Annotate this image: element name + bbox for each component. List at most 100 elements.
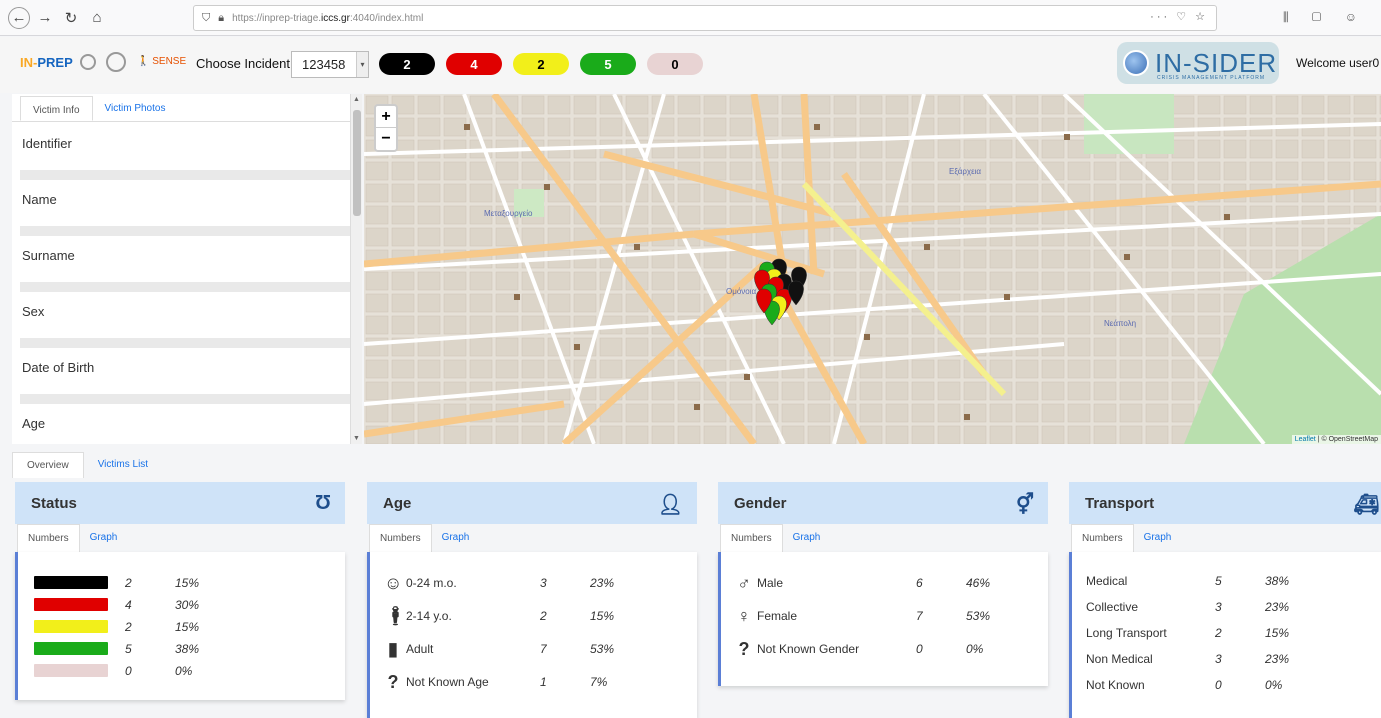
count-badge[interactable]: 2 [513, 53, 569, 75]
tab-gender-numbers[interactable]: Numbers [720, 524, 783, 552]
city-block [547, 205, 571, 225]
reload-icon[interactable]: ↻ [60, 7, 82, 29]
tab-gender-graph[interactable]: Graph [783, 524, 831, 552]
gender-percent: 53% [966, 609, 991, 623]
city-block [781, 425, 805, 444]
victim-field[interactable]: Age [20, 404, 352, 444]
count-badge[interactable]: 2 [379, 53, 435, 75]
city-block [469, 381, 493, 401]
victim-field[interactable]: Identifier [20, 124, 352, 170]
city-block [469, 227, 493, 247]
city-block [833, 139, 857, 159]
city-block [651, 381, 675, 401]
scroll-thumb[interactable] [353, 110, 361, 216]
scroll-up-icon[interactable]: ▲ [353, 96, 360, 103]
city-block [963, 95, 987, 115]
count-badge[interactable]: 5 [580, 53, 636, 75]
city-block [1171, 117, 1195, 137]
victim-field[interactable]: Sex [20, 292, 352, 338]
transport-body: Medical 5 38% Collective 3 23% Long Transport 2… [1069, 552, 1381, 718]
home-icon[interactable]: ⌂ [86, 7, 108, 29]
transport-count: 3 [1215, 652, 1222, 666]
city-block [1301, 95, 1325, 115]
count-badge[interactable]: 0 [647, 53, 703, 75]
city-block [469, 271, 493, 291]
city-block [963, 249, 987, 269]
zoom-out-button[interactable]: − [376, 128, 396, 150]
city-block [963, 183, 987, 203]
incident-map[interactable]: Μεταξουργείο Ομόνοια Εξάρχεια Νεάπολη + − L… [364, 94, 1381, 444]
map-tiles: Μεταξουργείο Ομόνοια Εξάρχεια Νεάπολη [364, 94, 1381, 444]
city-block [937, 139, 961, 159]
city-block [417, 95, 441, 115]
poi-icon [1004, 294, 1010, 300]
city-block [937, 359, 961, 379]
victim-field[interactable]: Surname [20, 236, 352, 282]
city-block [365, 359, 389, 379]
city-block [859, 381, 883, 401]
inprep-logo: IN-PREP [20, 55, 73, 70]
age-row: ☺ 0-24 m.o. [384, 572, 457, 594]
city-block [573, 161, 597, 181]
city-block [1093, 293, 1117, 313]
status-percent: 30% [175, 598, 200, 612]
incident-select[interactable]: 123458 ▾ [291, 51, 369, 78]
library-icon[interactable]: ⫼ ▢ ☺ [1283, 10, 1367, 25]
victim-field[interactable]: Name [20, 180, 352, 226]
city-block [885, 315, 909, 335]
city-block [573, 293, 597, 313]
city-block [1275, 95, 1299, 115]
tab-victim-photos[interactable]: Victim Photos [93, 94, 178, 121]
tab-overview[interactable]: Overview [12, 452, 84, 478]
tab-status-graph[interactable]: Graph [80, 524, 128, 552]
city-block [391, 227, 415, 247]
status-swatch [34, 598, 108, 611]
tab-age-graph[interactable]: Graph [432, 524, 480, 552]
city-block [391, 271, 415, 291]
city-block [1145, 205, 1169, 225]
poi-icon [1064, 134, 1070, 140]
city-block [1145, 227, 1169, 247]
city-block [833, 249, 857, 269]
zoom-in-button[interactable]: + [376, 106, 396, 128]
back-icon[interactable]: ← [8, 6, 30, 29]
city-block [807, 381, 831, 401]
count-badge[interactable]: 4 [446, 53, 502, 75]
city-block [599, 359, 623, 379]
city-block [677, 117, 701, 137]
status-swatch [34, 576, 108, 589]
city-block [885, 381, 909, 401]
poi-icon [464, 124, 470, 130]
tab-victim-info[interactable]: Victim Info [20, 96, 93, 121]
city-block [495, 337, 519, 357]
city-block [729, 293, 753, 313]
city-block [937, 95, 961, 115]
victim-field[interactable]: Date of Birth [20, 348, 352, 394]
tab-transport-numbers[interactable]: Numbers [1071, 524, 1134, 552]
city-block [547, 293, 571, 313]
tab-transport-graph[interactable]: Graph [1134, 524, 1182, 552]
city-block [443, 95, 467, 115]
city-block [807, 315, 831, 335]
city-block [989, 161, 1013, 181]
tab-status-numbers[interactable]: Numbers [17, 524, 80, 552]
city-block [1067, 161, 1091, 181]
city-block [1093, 403, 1117, 423]
tab-age-numbers[interactable]: Numbers [369, 524, 432, 552]
city-block [859, 139, 883, 159]
scroll-down-icon[interactable]: ▼ [353, 435, 360, 442]
leaflet-link[interactable]: Leaflet [1295, 436, 1316, 443]
poi-icon [694, 404, 700, 410]
forward-icon[interactable]: → [34, 7, 56, 29]
tab-victims-list[interactable]: Victims List [84, 452, 162, 478]
city-block [1327, 95, 1351, 115]
transport-percent: 38% [1265, 574, 1290, 588]
city-block [781, 161, 805, 181]
city-block [755, 337, 779, 357]
city-block [1249, 227, 1273, 247]
address-bar[interactable]: ⛉ 🔒︎ https://inprep-triage.iccs.gr:4040/… [193, 5, 1217, 31]
page-actions-icon[interactable]: ··· ♡ ☆ [1150, 10, 1208, 23]
city-block [1327, 139, 1351, 159]
poi-icon [634, 244, 640, 250]
victim-scrollbar[interactable]: ▲ ▼ [350, 94, 362, 444]
